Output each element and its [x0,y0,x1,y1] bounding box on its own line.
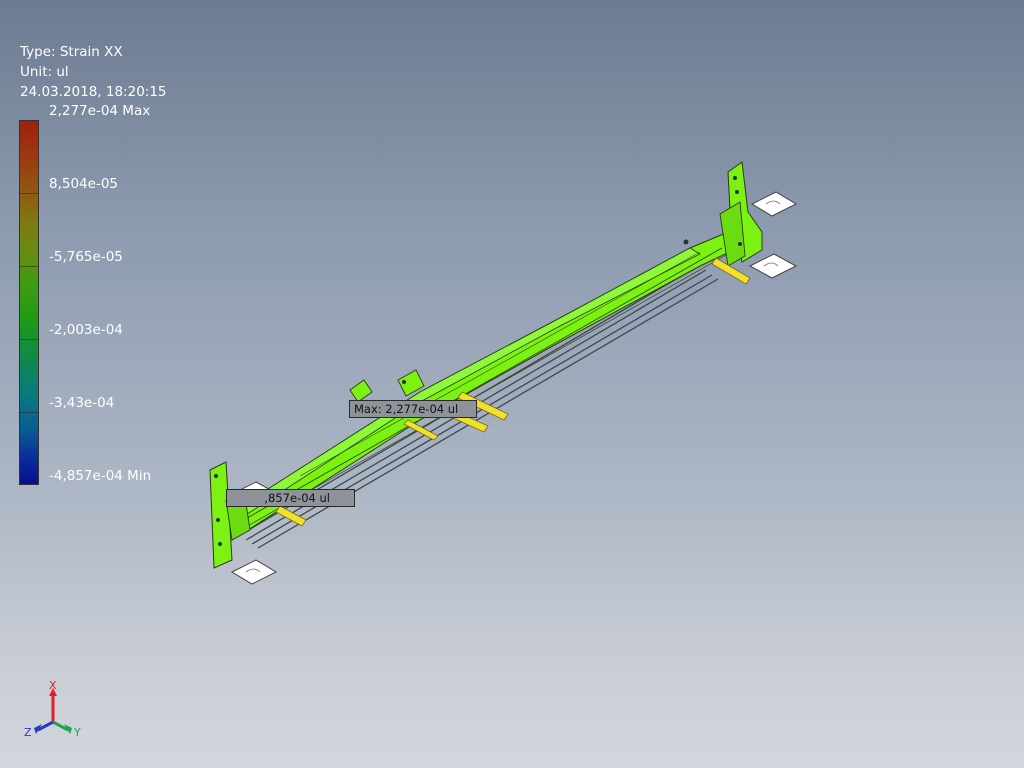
max-probe-label[interactable]: Max: 2,277e-04 ul [349,400,477,418]
triad-z-label: Z [24,726,32,739]
triad-y-label: Y [73,726,81,739]
beam-model[interactable] [0,0,1024,768]
left-end-plate[interactable] [209,461,251,569]
view-triad[interactable]: X Y Z [18,678,88,740]
triad-x-label: X [49,679,57,692]
main-beam[interactable] [231,229,743,533]
min-probe-label[interactable]: ,857e-04 ul [226,489,355,507]
graphics-viewport[interactable]: Type: Strain XX Unit: ul 24.03.2018, 18:… [0,0,1024,768]
